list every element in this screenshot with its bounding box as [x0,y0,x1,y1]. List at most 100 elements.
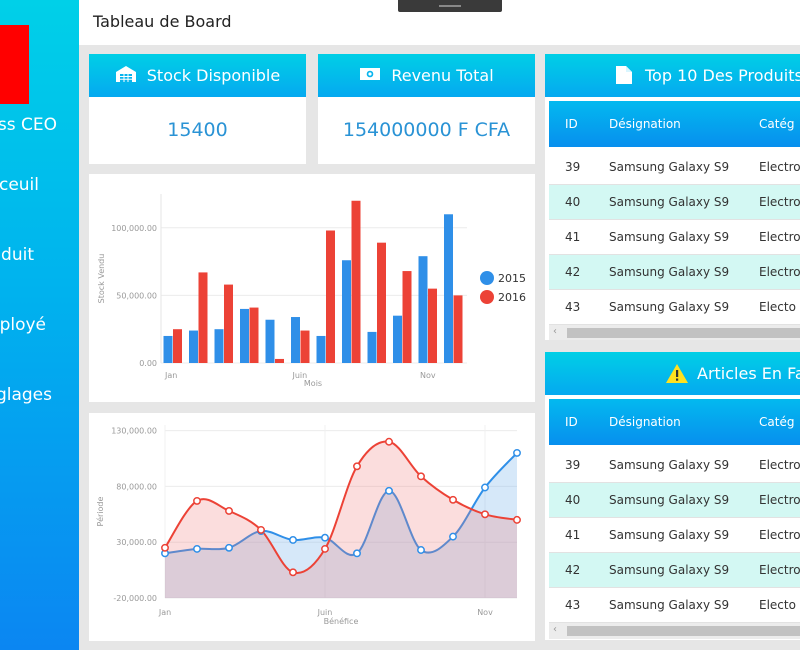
bar-2015 [189,330,198,363]
table-row[interactable]: 43 Samsung Galaxy S9 Electo [549,290,800,325]
sidebar-item-reglages[interactable]: glages [0,385,52,405]
scrollbar-thumb[interactable] [567,328,800,338]
table-row[interactable]: 39 Samsung Galaxy S9 Electro [549,448,800,483]
x-tick-label: Jan [158,608,171,617]
bar-2016 [300,330,310,363]
area-chart: -20,000.00 30,000.00 80,000.00 130,000.00 Ja… [95,425,521,626]
table-cell: Electro [759,265,800,279]
bar-2016 [198,272,208,363]
legend-marker [480,271,494,285]
column-header[interactable]: ID [565,415,578,429]
data-point-2016 [417,472,425,481]
bar-chart: 0.0050,000.00100,000.00Jan Juin NovMoisSto… [97,194,526,388]
warehouse-icon [115,65,137,87]
table-cell: Samsung Galaxy S9 [609,230,730,244]
page-title: Tableau de Board [93,12,232,31]
kpi-label: Revenu Total [391,66,494,85]
table-cell: 40 [565,195,581,209]
bar-2015 [367,331,377,363]
column-header[interactable]: Désignation [609,415,681,429]
table-cell: Electro [759,458,800,472]
scroll-left-icon[interactable]: ‹ [553,326,557,337]
table-cell: Samsung Galaxy S9 [609,300,730,314]
x-tick-label: Nov [477,608,493,617]
drawer-handle[interactable] [398,0,502,12]
table-row[interactable]: 43 Samsung Galaxy S9 Electo [549,588,800,623]
table-cell: 40 [565,493,581,507]
data-point-2016 [353,462,361,471]
document-icon [615,65,633,89]
bar-2015 [444,214,453,363]
legend-label: 2015 [498,272,526,285]
data-point-2016 [257,525,265,534]
table-row[interactable]: 40 Samsung Galaxy S9 Electro [549,185,800,220]
table-cell: 39 [565,458,581,472]
kpi-card-stock: Stock Disponible 15400 [89,54,306,164]
table-cell: Electro [759,493,800,507]
column-header[interactable]: ID [565,117,578,131]
column-header[interactable]: Désignation [609,117,681,131]
table-cell: Electro [759,160,800,174]
column-header[interactable]: Catég [759,415,794,429]
data-point-2016 [193,496,201,505]
data-point-2015 [449,532,457,541]
bar-2016 [453,295,463,363]
low-stock-title: Articles En Fai [697,364,800,383]
table-cell: Electro [759,563,800,577]
warning-icon [665,363,689,388]
data-point-2015 [481,483,489,492]
table-row[interactable]: 42 Samsung Galaxy S9 Electro [549,553,800,588]
scrollbar-thumb[interactable] [567,626,800,636]
table-header-row: ID Désignation Catég [549,101,800,147]
y-tick-label: 130,000.00 [111,427,157,436]
top-bar: Tableau de Board [79,0,800,45]
logo [0,25,29,104]
bar-chart-panel: 0.00 50,000.00 100,000.00 Jan Juin Nov Mois Sto… [89,174,535,402]
horizontal-scrollbar[interactable]: ‹ [549,325,800,340]
table-row[interactable]: 39 Samsung Galaxy S9 Electro [549,150,800,185]
kpi-card-revenu: Revenu Total 154000000 F CFA [318,54,535,164]
table-cell: Electro [759,230,800,244]
bar-2015 [316,335,326,363]
legend-marker [480,290,494,304]
area-chart-panel: -20,000.00 30,000.00 80,000.00 130,000.00 Ja… [89,413,535,641]
table-cell: Samsung Galaxy S9 [609,493,730,507]
table-cell: Samsung Galaxy S9 [609,160,730,174]
bar-2015 [291,317,300,363]
table-cell: Samsung Galaxy S9 [609,458,730,472]
scroll-left-icon[interactable]: ‹ [553,624,557,635]
column-header[interactable]: Catég [759,117,794,131]
data-point-2016 [385,437,393,446]
bar-2015 [418,256,428,363]
bar-2015 [265,319,275,363]
sidebar-item-employe[interactable]: ployé [0,315,46,335]
x-tick-label: Jan [164,371,177,380]
table-cell: 43 [565,598,581,612]
sidebar-item-business-ceo[interactable]: ss CEO [0,115,57,135]
table-cell: Electro [759,195,800,209]
table-row[interactable]: 41 Samsung Galaxy S9 Electro [549,220,800,255]
x-axis-label: Bénéfice [324,616,359,626]
table-row[interactable]: 42 Samsung Galaxy S9 Electro [549,255,800,290]
table-cell: Samsung Galaxy S9 [609,528,730,542]
bar-2016 [351,200,361,363]
top10-panel: Top 10 Des Produits ID Désignation Catég 39… [545,54,800,340]
y-axis-label: Stock Vendu [97,254,106,304]
table-cell: Electo [759,598,796,612]
table-cell: 43 [565,300,581,314]
sidebar-item-produit[interactable]: duit [1,245,34,265]
kpi-value: 154000000 F CFA [342,119,511,141]
horizontal-scrollbar[interactable]: ‹ [549,623,800,639]
bar-2015 [163,335,173,363]
table-header-row: ID Désignation Catég [549,399,800,445]
low-stock-panel: Articles En Fai ID Désignation Catég 39 Sams… [545,352,800,640]
table-row[interactable]: 40 Samsung Galaxy S9 Electro [549,483,800,518]
sidebar-item-accueil[interactable]: ceuil [0,175,39,195]
table-cell: 42 [565,265,581,279]
table-cell: Samsung Galaxy S9 [609,195,730,209]
data-point-2015 [321,533,329,542]
top10-title: Top 10 Des Produits [645,66,800,85]
x-axis-label: Mois [304,379,322,388]
kpi-value: 15400 [167,119,228,141]
table-row[interactable]: 41 Samsung Galaxy S9 Electro [549,518,800,553]
